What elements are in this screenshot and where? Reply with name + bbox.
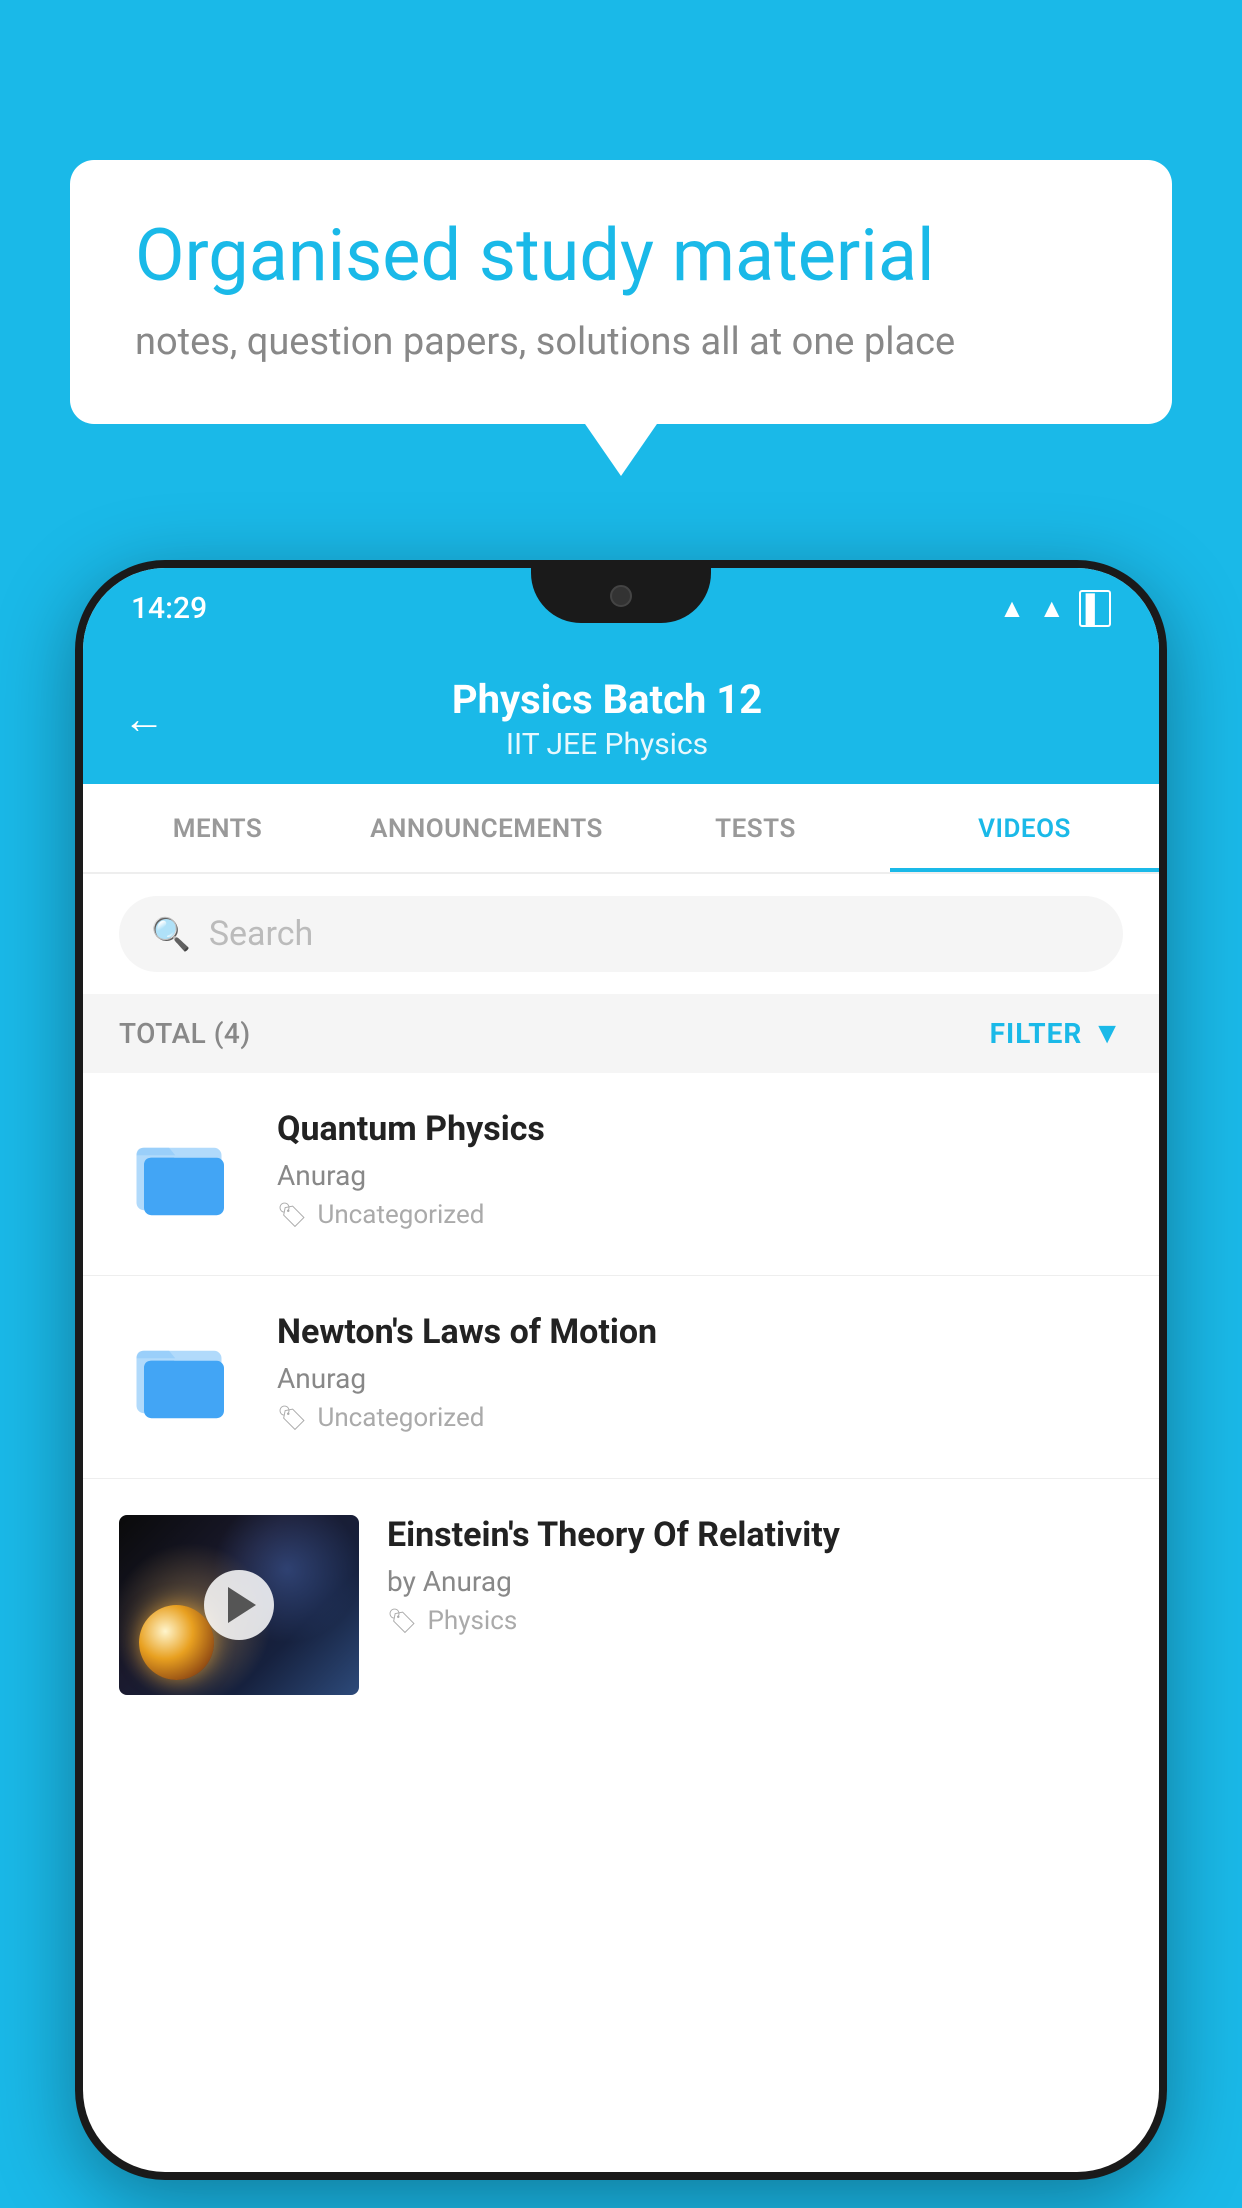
total-count-label: TOTAL (4) — [119, 1017, 251, 1050]
folder-thumbnail-1 — [119, 1109, 249, 1239]
list-item[interactable]: Einstein's Theory Of Relativity by Anura… — [83, 1479, 1159, 1731]
battery-icon: ▌ — [1079, 590, 1111, 627]
status-time: 14:29 — [131, 591, 207, 626]
tab-tests[interactable]: TESTS — [621, 784, 890, 872]
search-container: 🔍 Search — [83, 874, 1159, 994]
folder-icon — [134, 1124, 234, 1224]
video-title-3: Einstein's Theory Of Relativity — [387, 1515, 1123, 1555]
header-tags: IIT JEE Physics — [195, 727, 1019, 762]
tag-label-1: Uncategorized — [317, 1200, 484, 1230]
video-tag-3: 🏷 Physics — [387, 1606, 1123, 1636]
filter-icon: ▼ — [1092, 1016, 1123, 1051]
signal-icon: ▲ — [1039, 593, 1065, 624]
tabs-bar: MENTS ANNOUNCEMENTS TESTS VIDEOS — [83, 784, 1159, 874]
play-button[interactable] — [204, 1570, 274, 1640]
video-title-1: Quantum Physics — [277, 1109, 1123, 1149]
filter-row: TOTAL (4) FILTER ▼ — [83, 994, 1159, 1073]
search-input-wrapper[interactable]: 🔍 Search — [119, 896, 1123, 972]
list-item[interactable]: Quantum Physics Anurag 🏷 Uncategorized — [83, 1073, 1159, 1276]
status-icons: ▲ ▲ ▌ — [999, 590, 1111, 627]
tab-videos[interactable]: VIDEOS — [890, 784, 1159, 872]
phone-inner: 14:29 ▲ ▲ ▌ ← Physics Batch 12 IIT JEE P… — [83, 568, 1159, 2172]
back-button[interactable]: ← — [123, 695, 165, 744]
tab-ments[interactable]: MENTS — [83, 784, 352, 872]
tag-label-2: Uncategorized — [317, 1403, 484, 1433]
play-triangle-icon — [228, 1587, 256, 1623]
tag-label-3: Physics — [427, 1606, 517, 1636]
list-item[interactable]: Newton's Laws of Motion Anurag 🏷 Uncateg… — [83, 1276, 1159, 1479]
tag-icon-3: 🏷 — [387, 1607, 417, 1635]
camera-icon — [610, 585, 632, 607]
video-tag-1: 🏷 Uncategorized — [277, 1200, 1123, 1230]
video-author-3: by Anurag — [387, 1565, 1123, 1598]
phone-frame: 14:29 ▲ ▲ ▌ ← Physics Batch 12 IIT JEE P… — [75, 560, 1167, 2180]
content-area: Quantum Physics Anurag 🏷 Uncategorized — [83, 1073, 1159, 1731]
app-header: ← Physics Batch 12 IIT JEE Physics — [83, 648, 1159, 784]
status-bar: 14:29 ▲ ▲ ▌ — [83, 568, 1159, 648]
tag-icon-1: 🏷 — [277, 1201, 307, 1229]
search-placeholder: Search — [209, 914, 313, 954]
header-title: Physics Batch 12 — [195, 676, 1019, 723]
video-info-1: Quantum Physics Anurag 🏷 Uncategorized — [277, 1109, 1123, 1230]
filter-label: FILTER — [990, 1017, 1083, 1050]
phone-notch — [531, 568, 711, 623]
video-thumbnail-3 — [119, 1515, 359, 1695]
tab-announcements[interactable]: ANNOUNCEMENTS — [352, 784, 621, 872]
video-info-2: Newton's Laws of Motion Anurag 🏷 Uncateg… — [277, 1312, 1123, 1433]
bubble-subtitle: notes, question papers, solutions all at… — [135, 320, 1107, 364]
search-icon: 🔍 — [151, 915, 191, 953]
sphere-decoration — [139, 1605, 214, 1680]
video-author-2: Anurag — [277, 1362, 1123, 1395]
filter-button[interactable]: FILTER ▼ — [990, 1016, 1123, 1051]
tag-icon-2: 🏷 — [277, 1404, 307, 1432]
wifi-icon: ▲ — [999, 593, 1025, 624]
video-author-1: Anurag — [277, 1159, 1123, 1192]
bubble-title: Organised study material — [135, 215, 1107, 298]
header-title-group: Physics Batch 12 IIT JEE Physics — [195, 676, 1019, 762]
folder-icon — [134, 1327, 234, 1427]
video-title-2: Newton's Laws of Motion — [277, 1312, 1123, 1352]
folder-thumbnail-2 — [119, 1312, 249, 1442]
video-tag-2: 🏷 Uncategorized — [277, 1403, 1123, 1433]
video-info-3: Einstein's Theory Of Relativity by Anura… — [387, 1515, 1123, 1636]
speech-bubble-card: Organised study material notes, question… — [70, 160, 1172, 424]
